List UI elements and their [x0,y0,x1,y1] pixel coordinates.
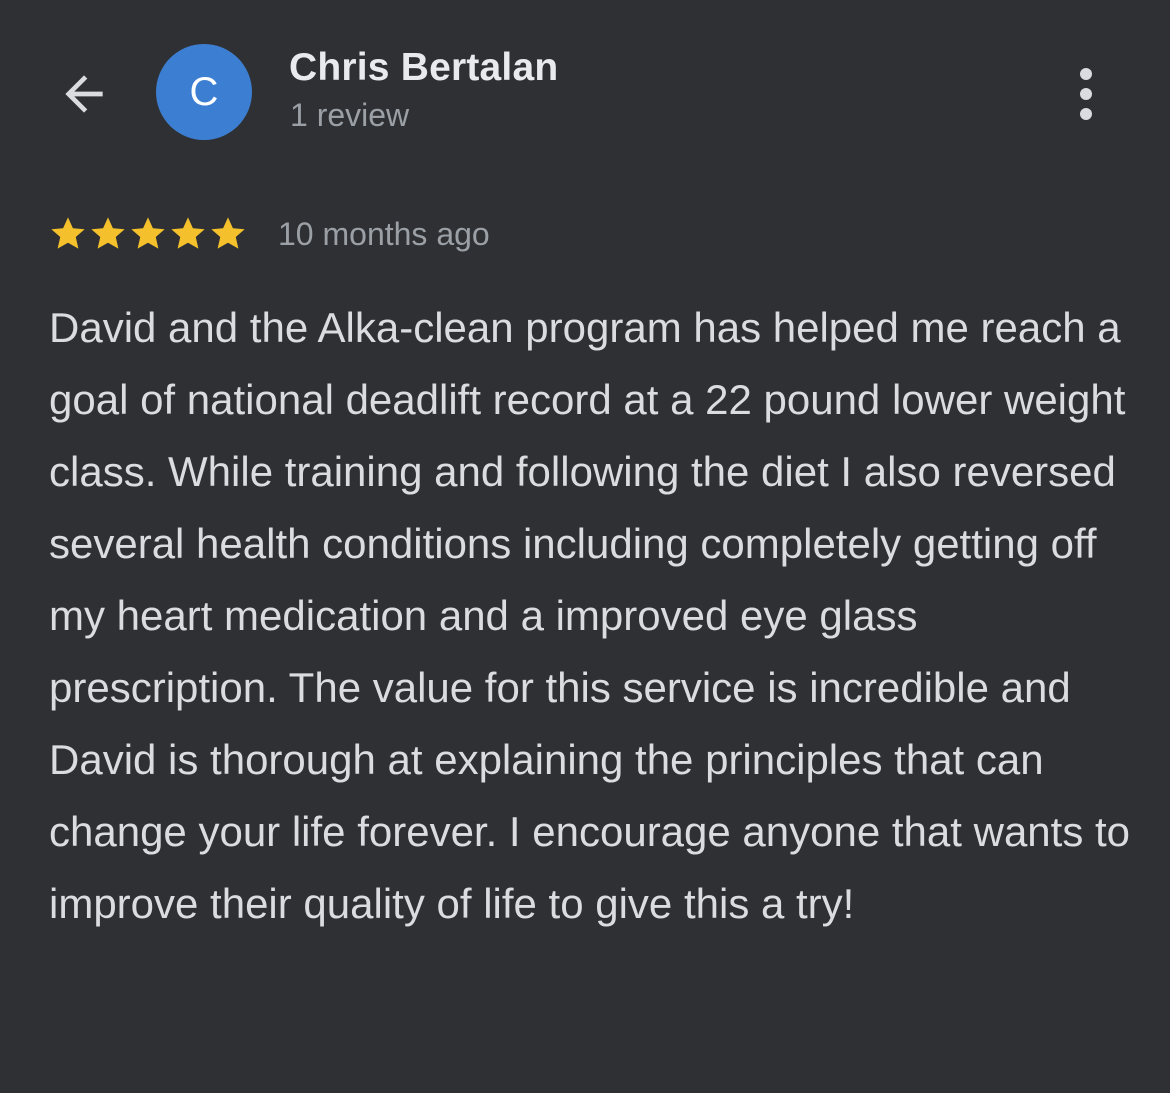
review-text: David and the Alka-clean program has hel… [49,304,1131,927]
reviewer-name[interactable]: Chris Bertalan [289,46,558,90]
avatar[interactable]: C [156,44,252,140]
star-icon [131,217,165,249]
more-vertical-icon [1080,68,1092,120]
reviewer-review-count: 1 review [290,97,410,133]
review-header: C Chris Bertalan 1 review [0,0,1170,180]
star-icon [171,217,205,249]
back-button[interactable] [50,60,118,128]
star-icon [51,217,85,249]
more-options-button[interactable] [1060,60,1112,128]
star-rating [48,214,248,254]
arrow-left-icon [65,75,103,113]
star-icon [91,217,125,249]
review-time: 10 months ago [278,215,490,252]
star-icon [211,217,245,249]
avatar-letter: C [189,69,219,114]
rating-row: 10 months ago [48,212,490,256]
